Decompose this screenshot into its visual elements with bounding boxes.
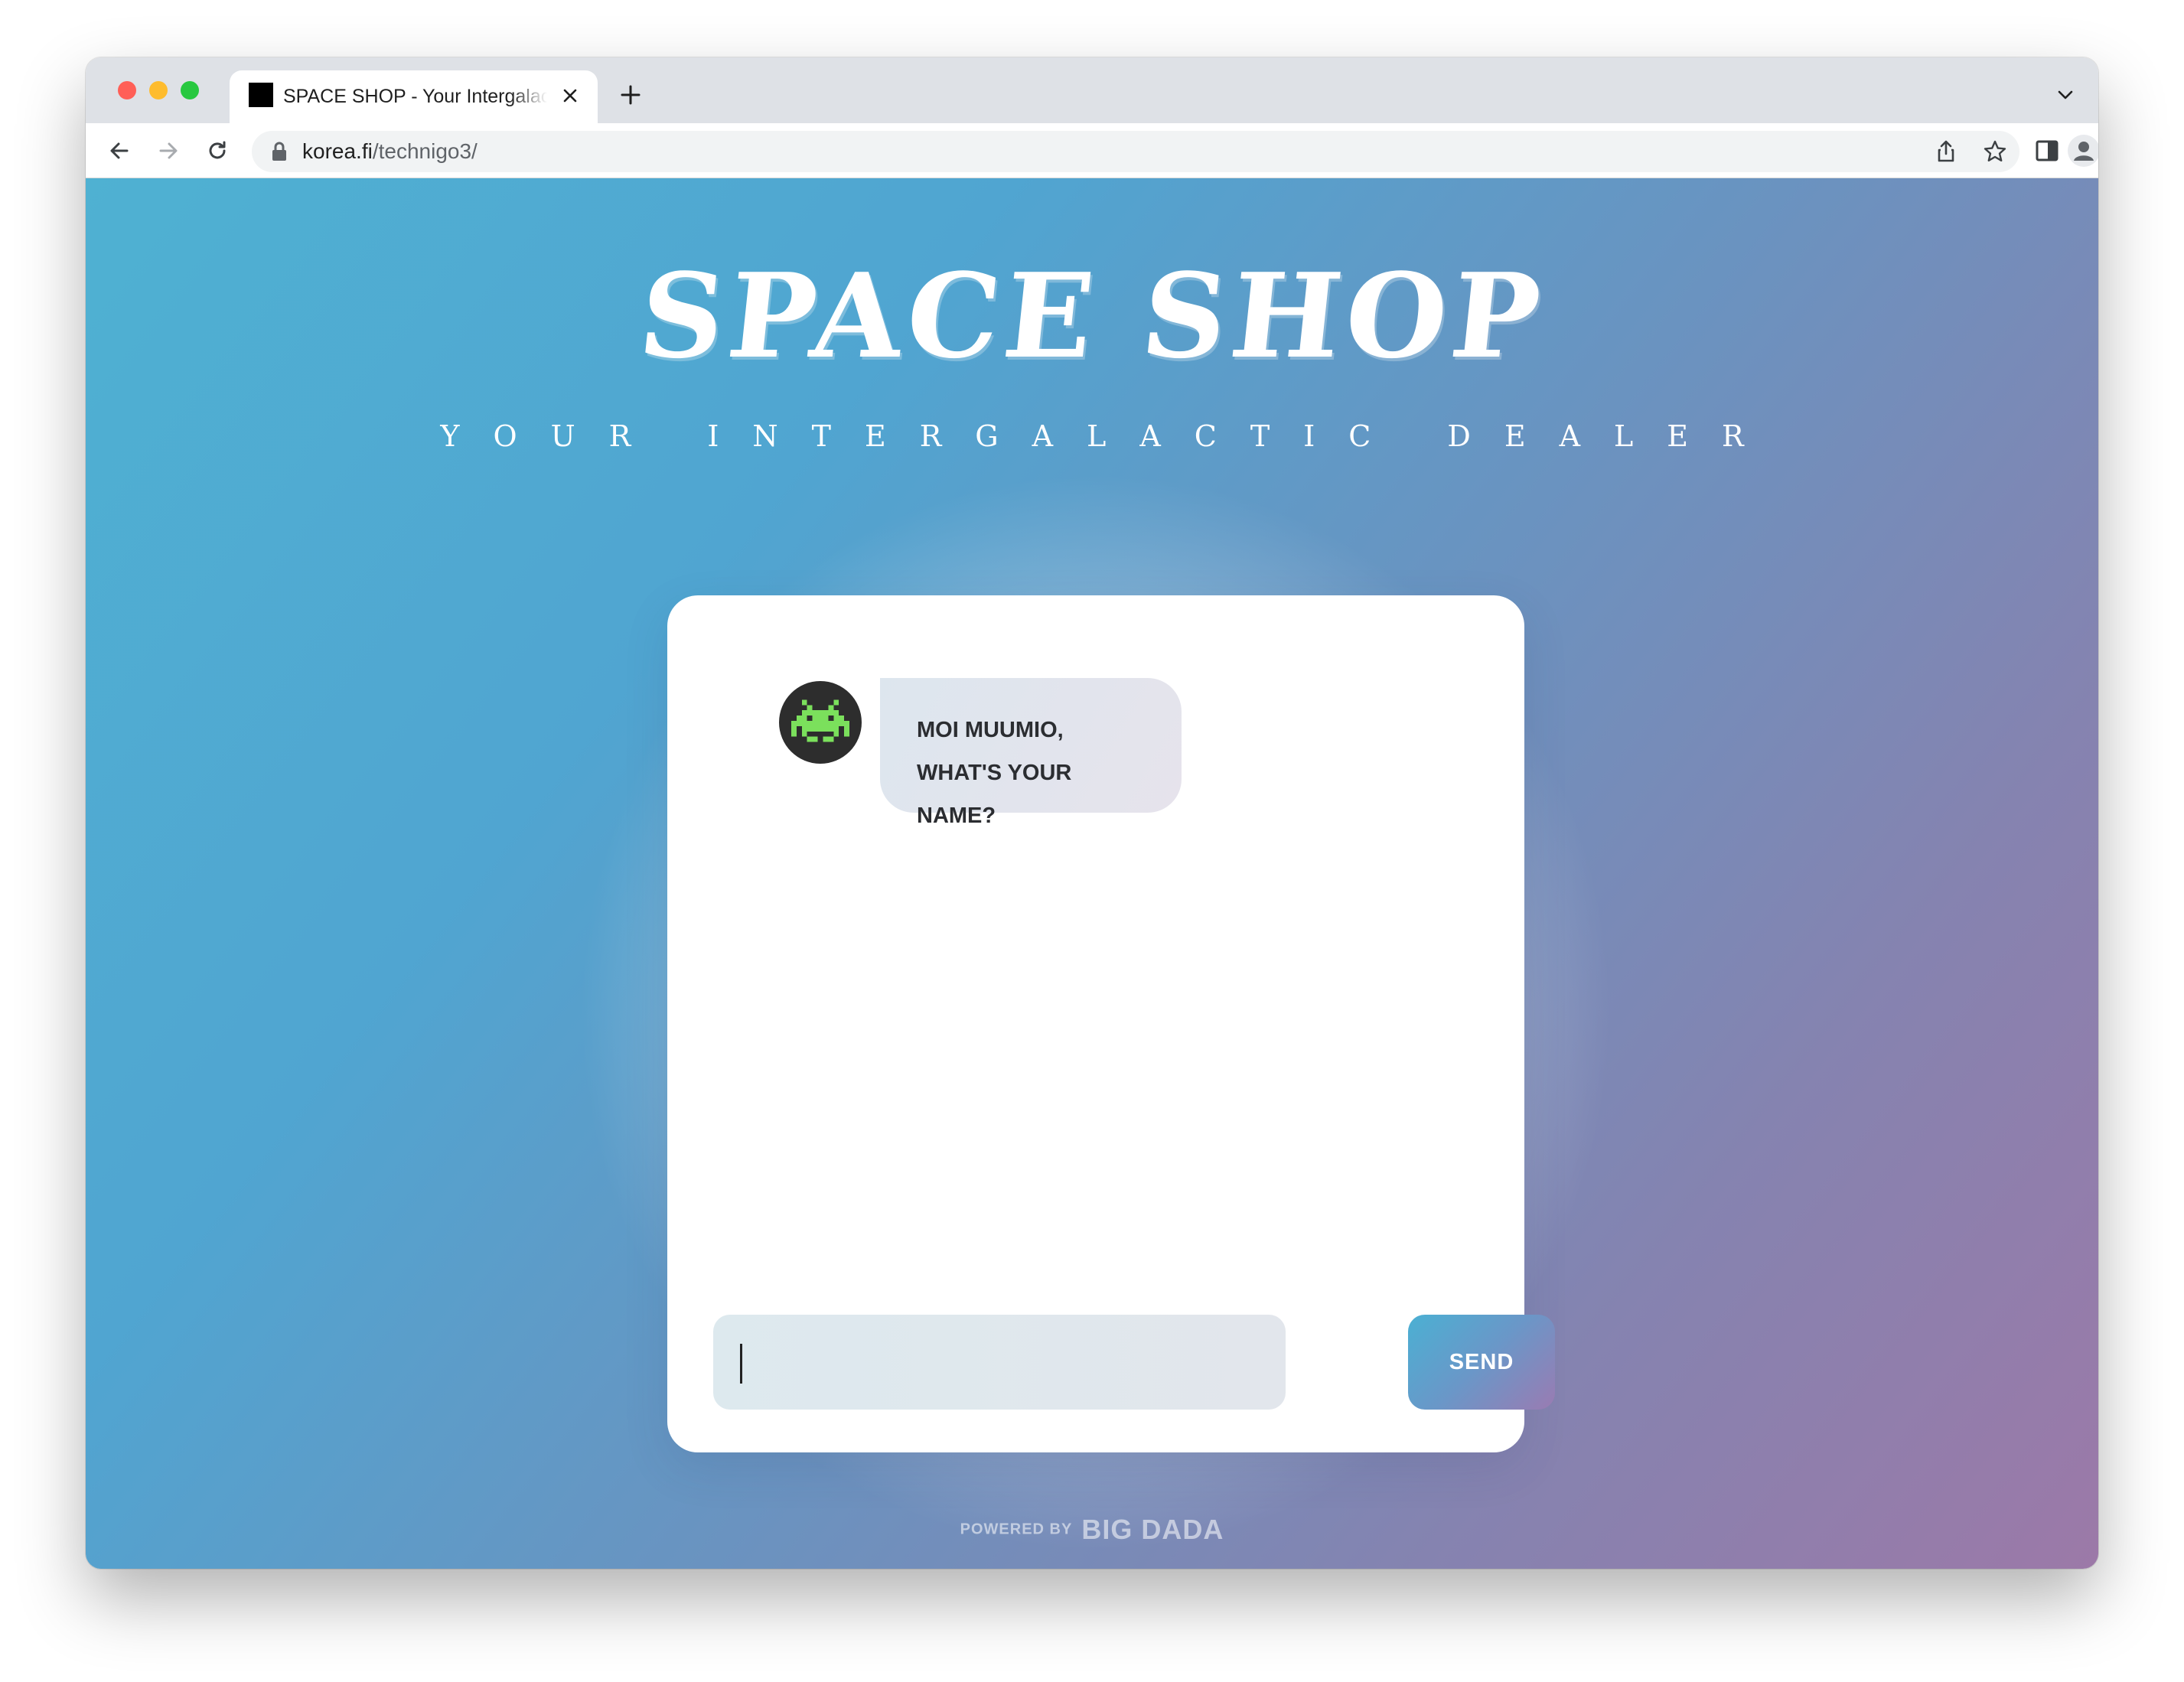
minimize-window-button[interactable] xyxy=(149,81,168,99)
page-viewport: SPACE SHOP YOUR INTERGALACTIC DEALER MOI… xyxy=(86,178,2098,1569)
browser-toolbar: korea.fi/technigo3/ xyxy=(86,123,2098,178)
tab-bar: SPACE SHOP - Your Intergalactic Dealer xyxy=(86,57,2098,123)
tab-title: SPACE SHOP - Your Intergalactic Dealer xyxy=(283,86,547,107)
url-domain: korea.fi xyxy=(302,139,373,163)
forward-arrow-icon[interactable] xyxy=(155,137,182,165)
close-window-button[interactable] xyxy=(118,81,136,99)
profile-avatar[interactable] xyxy=(2068,135,2098,167)
powered-by-label: POWERED BY xyxy=(960,1521,1073,1538)
side-panel-icon[interactable] xyxy=(2033,137,2061,165)
url-text[interactable]: korea.fi/technigo3/ xyxy=(302,139,478,164)
text-caret xyxy=(740,1344,742,1384)
chevron-down-icon[interactable] xyxy=(2055,85,2075,105)
page-subtitle: YOUR INTERGALACTIC DEALER xyxy=(440,419,1778,453)
browser-window: SPACE SHOP - Your Intergalactic Dealer xyxy=(86,57,2098,1569)
share-icon[interactable] xyxy=(1934,139,1958,164)
powered-by-footer: POWERED BY BIG DADA xyxy=(86,1514,2098,1546)
lock-icon[interactable] xyxy=(270,142,288,161)
close-tab-icon[interactable] xyxy=(559,84,582,107)
send-button[interactable]: SEND xyxy=(1408,1315,1555,1410)
browser-tab[interactable]: SPACE SHOP - Your Intergalactic Dealer xyxy=(230,70,598,123)
chat-card: MOI MUUMIO, WHAT'S YOUR NAME? SEND xyxy=(667,595,1555,1452)
reload-icon[interactable] xyxy=(204,137,231,165)
back-arrow-icon[interactable] xyxy=(106,137,133,165)
bookmark-star-icon[interactable] xyxy=(1983,139,2007,164)
brand-logo[interactable]: BIG DADA xyxy=(1081,1514,1224,1545)
url-path: /technigo3/ xyxy=(372,139,478,163)
space-invader-icon xyxy=(791,699,849,742)
zoom-window-button[interactable] xyxy=(181,81,199,99)
favicon-icon xyxy=(249,83,273,107)
address-bar[interactable]: korea.fi/technigo3/ xyxy=(252,131,2019,172)
bot-avatar xyxy=(779,681,862,764)
message-input[interactable] xyxy=(713,1315,1286,1410)
page-title: SPACE SHOP xyxy=(633,247,1551,384)
bot-message-bubble: MOI MUUMIO, WHAT'S YOUR NAME? xyxy=(880,678,1182,828)
person-icon xyxy=(2074,142,2094,161)
new-tab-icon[interactable] xyxy=(618,82,644,108)
